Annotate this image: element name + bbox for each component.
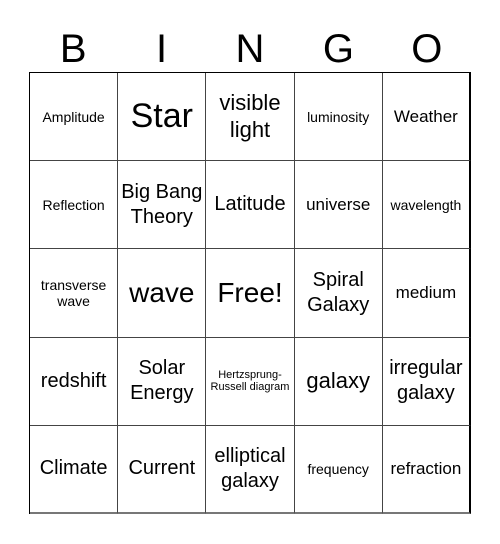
bingo-cell[interactable]: luminosity (294, 73, 383, 162)
bingo-cell[interactable]: frequency (294, 425, 383, 514)
header-letter-g: G (322, 27, 354, 71)
bingo-cell[interactable]: irregular galaxy (382, 337, 471, 426)
bingo-cell[interactable]: Reflection (30, 161, 119, 250)
cell-label: elliptical galaxy (214, 444, 286, 492)
bingo-cell[interactable]: Amplitude (30, 73, 119, 162)
cell-label: Climate (39, 457, 108, 480)
bingo-cell[interactable]: Big Bang Theory (118, 161, 207, 250)
cell-label: universe (306, 195, 371, 215)
header-letter-b: B (59, 27, 87, 71)
cell-label: wave (129, 276, 195, 308)
cell-label: refraction (390, 459, 462, 479)
cell-label: redshift (40, 369, 107, 392)
bingo-header: B I N G O (29, 26, 471, 72)
cell-label: Solar Energy (130, 357, 194, 405)
bingo-cell[interactable]: Solar Energy (118, 337, 207, 426)
header-letter-o: O (411, 27, 443, 71)
free-space-cell[interactable]: Free! (206, 249, 295, 338)
cell-label: Big Bang Theory (121, 180, 203, 228)
cell-label: luminosity (307, 108, 370, 125)
cell-label: Spiral Galaxy (307, 268, 370, 316)
bingo-cell[interactable]: wave (118, 249, 207, 338)
bingo-cell[interactable]: Weather (382, 73, 471, 162)
cell-label: Latitude (214, 193, 286, 216)
header-letter-n: N (235, 27, 265, 71)
cell-label: Hertzsprung-Russell diagram (210, 368, 290, 394)
bingo-cell[interactable]: Climate (30, 425, 119, 514)
header-letter-i: I (156, 27, 168, 71)
cell-label: irregular galaxy (389, 357, 463, 405)
cell-label: wavelength (390, 196, 462, 213)
bingo-cell[interactable]: Hertzsprung-Russell diagram (206, 337, 295, 426)
cell-label: Free! (217, 276, 283, 308)
cell-label: Amplitude (42, 108, 105, 125)
bingo-cell[interactable]: transverse wave (30, 249, 119, 338)
bingo-cell[interactable]: refraction (382, 425, 471, 514)
cell-label: galaxy (306, 368, 370, 393)
bingo-cell[interactable]: Current (118, 425, 207, 514)
bingo-cell[interactable]: galaxy (294, 337, 383, 426)
bingo-board: Amplitude Star visible light luminosity … (29, 72, 471, 514)
cell-label: medium (395, 283, 457, 303)
cell-label: Reflection (42, 196, 105, 213)
cell-label: frequency (307, 460, 369, 477)
bingo-cell[interactable]: Latitude (206, 161, 295, 250)
bingo-cell[interactable]: medium (382, 249, 471, 338)
cell-label: transverse wave (40, 276, 107, 309)
cell-label: Current (128, 457, 196, 480)
cell-label: Star (130, 97, 193, 136)
bingo-cell[interactable]: wavelength (382, 161, 471, 250)
bingo-cell[interactable]: universe (294, 161, 383, 250)
cell-label: Weather (393, 106, 458, 126)
bingo-cell[interactable]: visible light (206, 73, 295, 162)
bingo-cell[interactable]: Spiral Galaxy (294, 249, 383, 338)
bingo-cell[interactable]: elliptical galaxy (206, 425, 295, 514)
bingo-cell[interactable]: redshift (30, 337, 119, 426)
cell-label: visible light (219, 90, 281, 142)
bingo-cell[interactable]: Star (118, 73, 207, 162)
